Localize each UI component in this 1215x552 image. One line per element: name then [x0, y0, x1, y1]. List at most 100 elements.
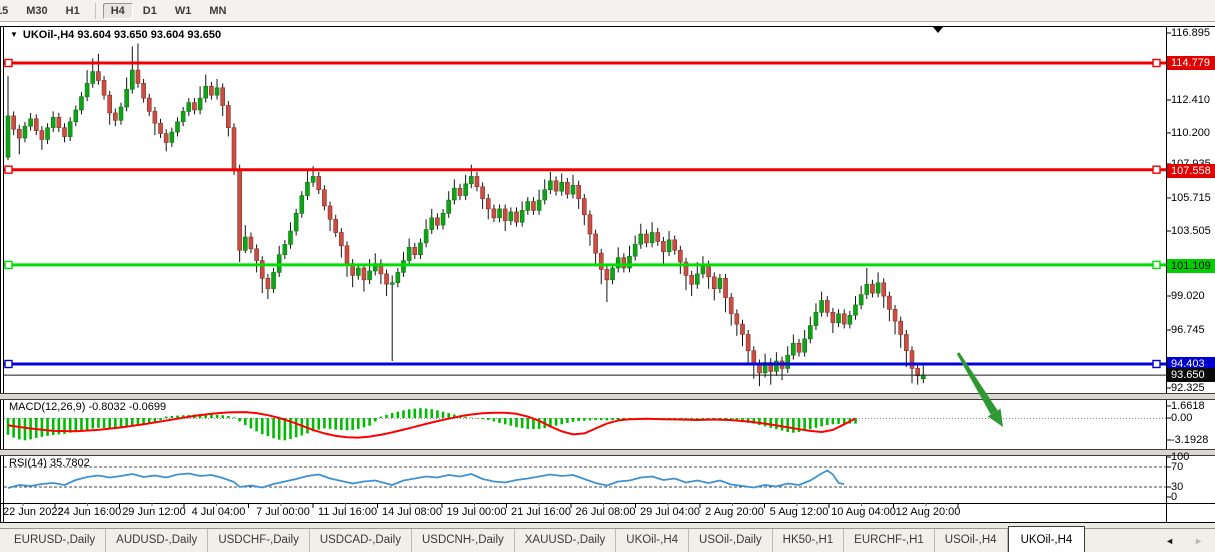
candle-down — [678, 250, 682, 262]
line-handle-left[interactable] — [5, 60, 12, 67]
candle-up — [356, 268, 360, 275]
time-axis-label: 26 Jul 08:00 — [576, 506, 636, 518]
candle-down — [882, 283, 886, 296]
candle-down — [599, 253, 603, 269]
price-badge: 114.779 — [1167, 56, 1215, 70]
candle-down — [40, 131, 44, 140]
candle-up — [452, 188, 456, 200]
tab-audusd-daily[interactable]: AUDUSD-,Daily — [106, 529, 208, 552]
candle-down — [136, 70, 140, 83]
candle-up — [520, 210, 524, 222]
candle-up — [611, 268, 615, 280]
candle-down — [57, 117, 61, 127]
pane-splitter-1[interactable] — [0, 450, 1215, 455]
time-axis-label: 5 Aug 12:00 — [770, 506, 829, 518]
candle-up — [859, 295, 863, 305]
candle-up — [85, 83, 89, 96]
candle-up — [68, 122, 72, 137]
candle-up — [368, 271, 372, 280]
candle-up — [447, 200, 451, 213]
candle-up — [23, 126, 27, 138]
candle-down — [159, 123, 163, 133]
line-handle-left[interactable] — [5, 361, 12, 368]
time-axis-label: 29 Jul 04:00 — [640, 506, 700, 518]
tab-eurusd-daily[interactable]: EURUSD-,Daily — [4, 529, 106, 552]
chart-title: ▼UKOil-,H4 93.604 93.650 93.604 93.650 — [10, 29, 221, 41]
candle-up — [125, 89, 129, 107]
collapse-icon[interactable]: ▼ — [10, 30, 18, 39]
candle-up — [616, 258, 620, 268]
candle-down — [910, 351, 914, 369]
candle-down — [887, 296, 891, 309]
time-axis-label: 4 Jul 04:00 — [192, 506, 246, 518]
candle-up — [119, 107, 123, 120]
candle-up — [464, 184, 468, 196]
candle-down — [492, 209, 496, 218]
candle-down — [34, 119, 38, 131]
candle-down — [831, 312, 835, 322]
price-badge: 107.558 — [1167, 164, 1215, 178]
candle-down — [266, 278, 270, 288]
candle-up — [176, 122, 180, 132]
candle-down — [577, 185, 581, 198]
candle-down — [458, 188, 462, 195]
candle-down — [842, 314, 846, 324]
tab-ukoil-h4[interactable]: UKOil-,H4 — [616, 529, 689, 552]
candle-up — [46, 128, 50, 140]
tab-scroll-controls: ◄► — [1153, 529, 1215, 552]
candle-down — [870, 284, 874, 293]
trend-arrow-shaft[interactable] — [957, 352, 998, 414]
candle-down — [334, 219, 338, 232]
tab-hk50-h1[interactable]: HK50-,H1 — [773, 529, 845, 552]
macd-histogram — [8, 408, 856, 440]
candle-down — [531, 202, 535, 211]
time-axis-label: 21 Jul 16:00 — [511, 506, 571, 518]
candle-down — [226, 106, 230, 128]
line-handle-right[interactable] — [1153, 361, 1160, 368]
tab-usoil-h4[interactable]: USOil-,H4 — [935, 529, 1008, 552]
rsi-indicator-label: RSI(14) 35.7802 — [9, 457, 90, 469]
line-handle-left[interactable] — [5, 166, 12, 173]
tab-ukoil-h4[interactable]: UKOil-,H4 — [1008, 526, 1086, 552]
axis-tick-label: 96.745 — [1171, 324, 1205, 337]
candle-up — [311, 176, 315, 182]
candle-up — [667, 240, 671, 252]
candle-down — [209, 86, 213, 95]
tab-usdchf-daily[interactable]: USDCHF-,Daily — [208, 529, 310, 552]
line-handle-left[interactable] — [5, 261, 12, 268]
candle-down — [656, 233, 660, 242]
candle-up — [498, 209, 502, 218]
candle-down — [102, 80, 106, 95]
candle-down — [797, 343, 801, 352]
candle-up — [198, 98, 202, 110]
tab-usoil-daily[interactable]: USOil-,Daily — [689, 529, 773, 552]
candle-up — [289, 231, 293, 244]
pane-splitter-0[interactable] — [0, 394, 1215, 399]
candle-up — [215, 88, 219, 95]
candle-down — [475, 176, 479, 186]
candle-up — [294, 213, 298, 231]
candle-up — [526, 202, 530, 211]
line-handle-right[interactable] — [1153, 60, 1160, 67]
time-axis-label: 7 Jul 00:00 — [256, 506, 310, 518]
tab-scroll-right-icon[interactable]: ► — [1194, 536, 1203, 546]
tab-usdcnh-daily[interactable]: USDCNH-,Daily — [412, 529, 515, 552]
time-axis-label: 11 Jul 16:00 — [318, 506, 377, 518]
tab-eurchf-h1[interactable]: EURCHF-,H1 — [844, 529, 935, 552]
candle-up — [509, 212, 513, 221]
candle-down — [554, 181, 558, 191]
candle-up — [402, 261, 406, 273]
candle-up — [91, 72, 95, 84]
candle-down — [825, 301, 829, 313]
line-handle-right[interactable] — [1153, 166, 1160, 173]
axis-tick-label: 112.410 — [1171, 94, 1210, 107]
candle-up — [854, 305, 858, 315]
time-axis-label: 10 Aug 04:00 — [831, 506, 896, 518]
candle-up — [130, 70, 134, 89]
line-handle-right[interactable] — [1153, 261, 1160, 268]
tab-scroll-left-icon[interactable]: ◄ — [1165, 536, 1174, 546]
tab-xauusd-daily[interactable]: XAUUSD-,Daily — [515, 529, 617, 552]
candle-up — [407, 247, 411, 260]
candle-up — [876, 283, 880, 293]
tab-usdcad-daily[interactable]: USDCAD-,Daily — [310, 529, 412, 552]
